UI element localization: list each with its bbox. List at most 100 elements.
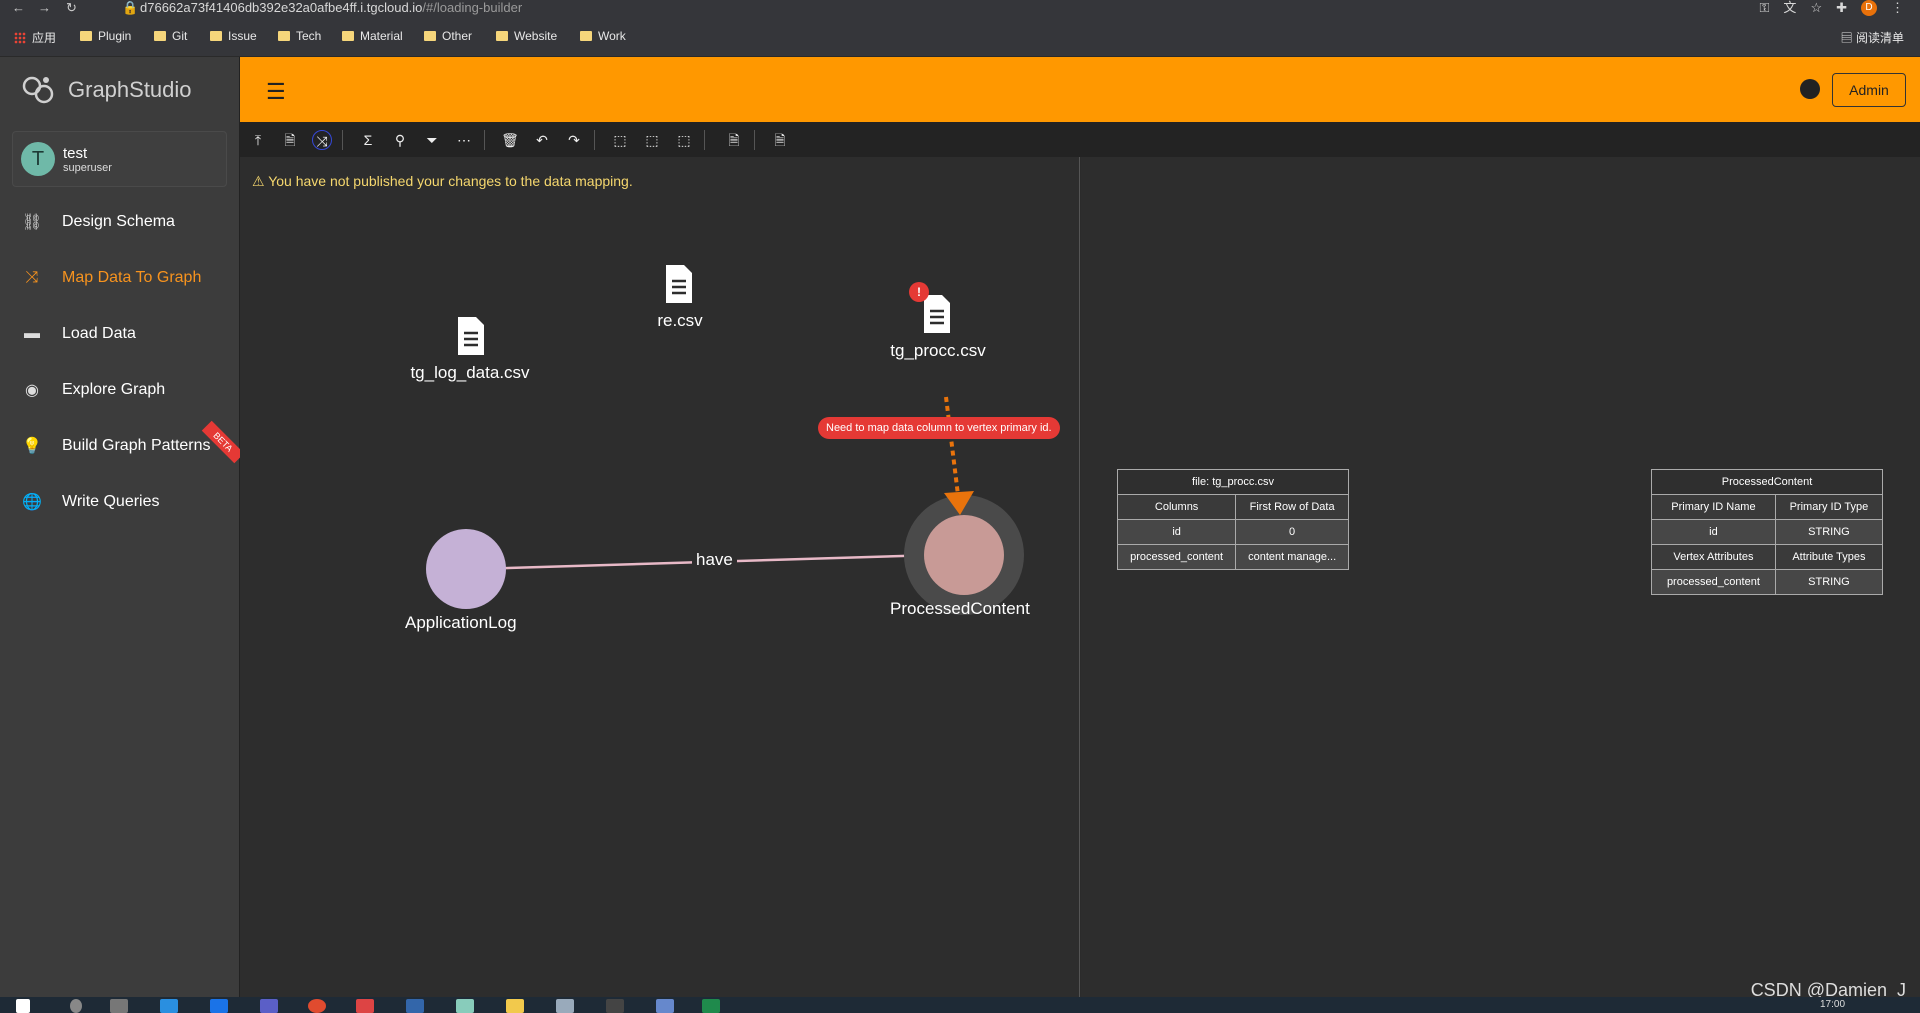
task-view-icon[interactable] — [110, 999, 128, 1013]
nav-map-data-to-graph[interactable]: ⤨ Map Data To Graph — [0, 258, 240, 298]
filter-icon[interactable]: ⏷ — [422, 130, 442, 150]
document-icon[interactable]: 🗎 — [770, 130, 790, 150]
hamburger-menu-icon[interactable]: ☰ — [266, 79, 286, 105]
table-cell: STRING — [1774, 519, 1884, 545]
vertex-attributes-table: ProcessedContent Primary ID Name Primary … — [1651, 469, 1884, 595]
map-data-icon[interactable]: ⤨ — [312, 130, 332, 150]
chrome-icon[interactable] — [308, 999, 326, 1013]
bookmark-material[interactable]: Material — [342, 29, 403, 43]
kebab-menu-icon[interactable]: ⋮ — [1891, 0, 1904, 16]
bookmark-git[interactable]: Git — [154, 29, 187, 43]
bookmark-apps[interactable]: 应用 — [14, 29, 56, 46]
folder-icon — [210, 31, 222, 41]
app-icon[interactable] — [406, 999, 424, 1013]
url-field[interactable]: d76662a73f41406db392e32a0afbe4ff.i.tgclo… — [140, 0, 522, 16]
app-icon[interactable] — [556, 999, 574, 1013]
table-cell[interactable]: processed_content — [1116, 544, 1237, 570]
file-label: tg_procc.csv — [890, 341, 986, 360]
table-cell[interactable]: id — [1651, 519, 1776, 545]
app-icon[interactable] — [356, 999, 374, 1013]
trash-icon[interactable]: 🗑 — [500, 130, 520, 150]
table-header: Primary ID Name — [1651, 494, 1776, 520]
suggest-icon[interactable]: ⚲ — [390, 130, 410, 150]
vertex-processedcontent[interactable] — [924, 515, 1004, 595]
teams-icon[interactable] — [260, 999, 278, 1013]
table-header: First Row of Data — [1235, 494, 1349, 520]
account-icon[interactable] — [1800, 79, 1820, 99]
profile-avatar[interactable]: D — [1861, 0, 1877, 16]
redo-icon[interactable]: ↷ — [564, 130, 584, 150]
table-cell: STRING — [1774, 569, 1884, 595]
sum-icon[interactable]: Σ — [358, 130, 378, 150]
translate-icon[interactable]: 文 — [1783, 0, 1796, 16]
graphstudio-logo[interactable]: GraphStudio — [0, 57, 239, 123]
bookmark-issue[interactable]: Issue — [210, 29, 257, 43]
reload-icon[interactable]: ↻ — [66, 0, 77, 16]
app-icon[interactable] — [456, 999, 474, 1013]
star-icon[interactable]: ☆ — [1810, 0, 1822, 16]
terminal-icon[interactable] — [606, 999, 624, 1013]
nav-explore-graph[interactable]: ◉ Explore Graph — [0, 370, 240, 410]
bookmark-plugin[interactable]: Plugin — [80, 29, 131, 43]
undo-icon[interactable]: ↶ — [532, 130, 552, 150]
key-icon[interactable]: ⚿ — [1760, 0, 1770, 16]
avatar: T — [21, 142, 55, 176]
bookmark-tech[interactable]: Tech — [278, 29, 321, 43]
nav-label: Map Data To Graph — [62, 269, 202, 286]
toolbar-divider — [342, 130, 343, 150]
vertex-applicationlog[interactable] — [426, 529, 506, 609]
bookmark-other[interactable]: Other — [424, 29, 472, 43]
extensions-icon[interactable]: ✚ — [1836, 0, 1847, 16]
folder-icon — [424, 31, 436, 41]
more-icon[interactable]: ⋯ — [454, 130, 474, 150]
file-explorer-icon[interactable] — [506, 999, 524, 1013]
app-icon[interactable] — [656, 999, 674, 1013]
file-icon[interactable] — [664, 265, 694, 303]
table-cell[interactable]: processed_content — [1651, 569, 1776, 595]
publish-icon[interactable]: ⤒ — [248, 130, 268, 150]
table-title: ProcessedContent — [1651, 469, 1883, 495]
taskbar: 17:00 — [0, 997, 1920, 1013]
table-cell: content manage... — [1235, 544, 1349, 570]
user-card[interactable]: T test superuser — [12, 131, 227, 187]
nav-label: Write Queries — [62, 493, 160, 510]
file-icon[interactable] — [922, 295, 952, 333]
nav-label: Explore Graph — [62, 381, 166, 398]
table-cell: 0 — [1235, 519, 1349, 545]
windows-start-icon[interactable] — [16, 999, 30, 1013]
select-all-icon[interactable]: ⬚ — [674, 130, 694, 150]
add-file-icon[interactable]: 🗎 — [280, 130, 300, 150]
reading-list[interactable]: ▤ 阅读清单 — [1841, 29, 1904, 46]
excel-icon[interactable] — [702, 999, 720, 1013]
error-badge: ! — [909, 282, 929, 302]
outlook-icon[interactable] — [210, 999, 228, 1013]
nav-load-data[interactable]: ▬ Load Data — [0, 314, 240, 354]
back-icon[interactable]: ← — [12, 0, 25, 16]
bookmark-website[interactable]: Website — [496, 29, 557, 43]
toolbar-divider — [704, 130, 705, 150]
nav-label: Load Data — [62, 325, 136, 342]
forward-icon[interactable]: → — [38, 0, 51, 16]
folder-icon — [580, 31, 592, 41]
bookmark-work[interactable]: Work — [580, 29, 626, 43]
mapping-line — [944, 396, 960, 496]
mapping-canvas[interactable]: ⚠ You have not published your changes to… — [240, 157, 1080, 997]
file-icon[interactable] — [456, 317, 486, 355]
select-box-icon[interactable]: ⬚ — [610, 130, 630, 150]
table-header: Primary ID Type — [1774, 494, 1884, 520]
table-header: Attribute Types — [1774, 544, 1884, 570]
nav-design-schema[interactable]: ⛓ Design Schema — [0, 202, 240, 242]
vscode-icon[interactable] — [160, 999, 178, 1013]
admin-button[interactable]: Admin — [1832, 73, 1906, 107]
table-cell[interactable]: id — [1116, 519, 1237, 545]
file-columns-table: file: tg_procc.csv Columns First Row of D… — [1116, 469, 1349, 570]
nav-write-queries[interactable]: 🌐 Write Queries — [0, 482, 240, 522]
folder-icon — [278, 31, 290, 41]
load-icon: ▬ — [24, 325, 40, 342]
document-icon[interactable]: 🗎 — [724, 130, 744, 150]
select-split-icon[interactable]: ⬚ — [642, 130, 662, 150]
toolbar-divider — [484, 130, 485, 150]
app-header: ☰ Admin — [240, 57, 1920, 122]
search-icon[interactable] — [70, 999, 82, 1013]
apps-grid-icon — [14, 31, 26, 44]
